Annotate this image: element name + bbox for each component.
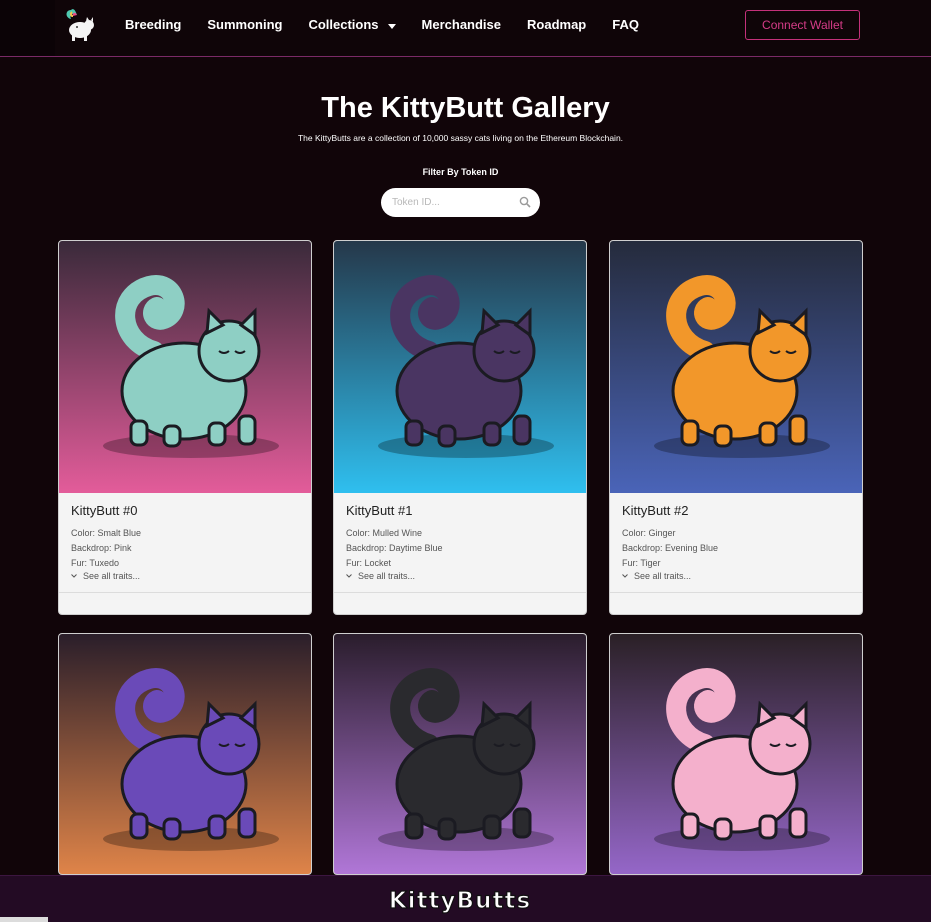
nav-roadmap-label: Roadmap bbox=[527, 17, 587, 32]
nav-breeding[interactable]: Breeding bbox=[112, 0, 194, 50]
card-title: KittyButt #2 bbox=[622, 503, 689, 518]
card-divider bbox=[334, 592, 586, 593]
footer-bar: KittyButts bbox=[0, 875, 931, 922]
trait-text: Backdrop: Pink bbox=[71, 543, 132, 553]
nav-collections-label: Collections bbox=[308, 17, 379, 32]
nft-card[interactable]: KittyButt #1 Color: Mulled Wine Backdrop: … bbox=[333, 240, 587, 615]
kitty-artwork-image[interactable] bbox=[334, 634, 586, 875]
nft-card[interactable] bbox=[333, 633, 587, 875]
card-title: KittyButt #0 bbox=[71, 503, 138, 518]
nft-card[interactable]: KittyButt #0 Color: Smalt Blue Backdrop: P… bbox=[58, 240, 312, 615]
nav-faq-label: FAQ bbox=[612, 17, 639, 32]
nft-card[interactable] bbox=[609, 633, 863, 875]
search-icon[interactable] bbox=[519, 196, 531, 208]
connect-wallet-button[interactable]: Connect Wallet bbox=[745, 10, 860, 40]
kittybutts-wordmark-logo[interactable]: KittyButts bbox=[385, 886, 535, 914]
kitty-artwork-image[interactable] bbox=[59, 634, 311, 875]
trait-text: Fur: Tiger bbox=[622, 558, 661, 568]
see-all-traits-label: See all traits... bbox=[83, 571, 141, 581]
kitty-artwork-image[interactable] bbox=[610, 241, 862, 493]
nav-roadmap[interactable]: Roadmap bbox=[514, 0, 599, 50]
trait-text: Backdrop: Evening Blue bbox=[622, 543, 719, 553]
kitty-artwork-image[interactable] bbox=[59, 241, 311, 493]
nav-summoning-label: Summoning bbox=[207, 17, 283, 32]
trait-text: Color: Mulled Wine bbox=[346, 528, 423, 538]
caret-down-icon bbox=[387, 23, 396, 29]
kitty-artwork-image[interactable] bbox=[334, 241, 586, 493]
nav-collections-dropdown[interactable]: Collections bbox=[295, 0, 408, 50]
card-divider bbox=[59, 592, 311, 593]
nav-links: Breeding Summoning Collections Merchandi… bbox=[112, 0, 652, 50]
horizontal-scrollbar[interactable] bbox=[0, 917, 48, 922]
nav-breeding-label: Breeding bbox=[125, 17, 182, 32]
page-subtitle: The KittyButts are a collection of 10,00… bbox=[297, 133, 624, 143]
filter-label: Filter By Token ID bbox=[422, 167, 499, 177]
kitty-artwork-image[interactable] bbox=[610, 634, 862, 875]
see-all-traits-label: See all traits... bbox=[634, 571, 692, 581]
trait-text: Color: Smalt Blue bbox=[71, 528, 142, 538]
see-all-traits-toggle[interactable]: See all traits... bbox=[622, 571, 691, 581]
card-title: KittyButt #1 bbox=[346, 503, 413, 518]
see-all-traits-toggle[interactable]: See all traits... bbox=[71, 571, 140, 581]
nav-faq[interactable]: FAQ bbox=[599, 0, 652, 50]
token-id-input[interactable] bbox=[392, 197, 512, 208]
page-title: The KittyButt Gallery bbox=[321, 92, 610, 124]
nav-merchandise-label: Merchandise bbox=[421, 17, 502, 32]
nft-card[interactable]: KittyButt #2 Color: Ginger Backdrop: Eveni… bbox=[609, 240, 863, 615]
chevron-down-icon bbox=[71, 574, 77, 578]
navbar: Breeding Summoning Collections Merchandi… bbox=[0, 0, 931, 57]
see-all-traits-toggle[interactable]: See all traits... bbox=[346, 571, 415, 581]
chevron-down-icon bbox=[622, 574, 628, 578]
trait-text: Backdrop: Daytime Blue bbox=[346, 543, 443, 553]
nft-card[interactable] bbox=[58, 633, 312, 875]
card-divider bbox=[610, 592, 862, 593]
trait-text: Fur: Locket bbox=[346, 558, 392, 568]
see-all-traits-label: See all traits... bbox=[358, 571, 416, 581]
kittybutt-logo-icon[interactable] bbox=[63, 6, 97, 42]
nav-merchandise[interactable]: Merchandise bbox=[409, 0, 514, 50]
token-search-box bbox=[381, 188, 540, 217]
trait-text: Color: Ginger bbox=[622, 528, 676, 538]
nav-edge bbox=[0, 0, 55, 56]
chevron-down-icon bbox=[346, 574, 352, 578]
nav-summoning[interactable]: Summoning bbox=[194, 0, 295, 50]
trait-text: Fur: Tuxedo bbox=[71, 558, 120, 568]
footer-brand-text: KittyButts bbox=[389, 888, 531, 914]
